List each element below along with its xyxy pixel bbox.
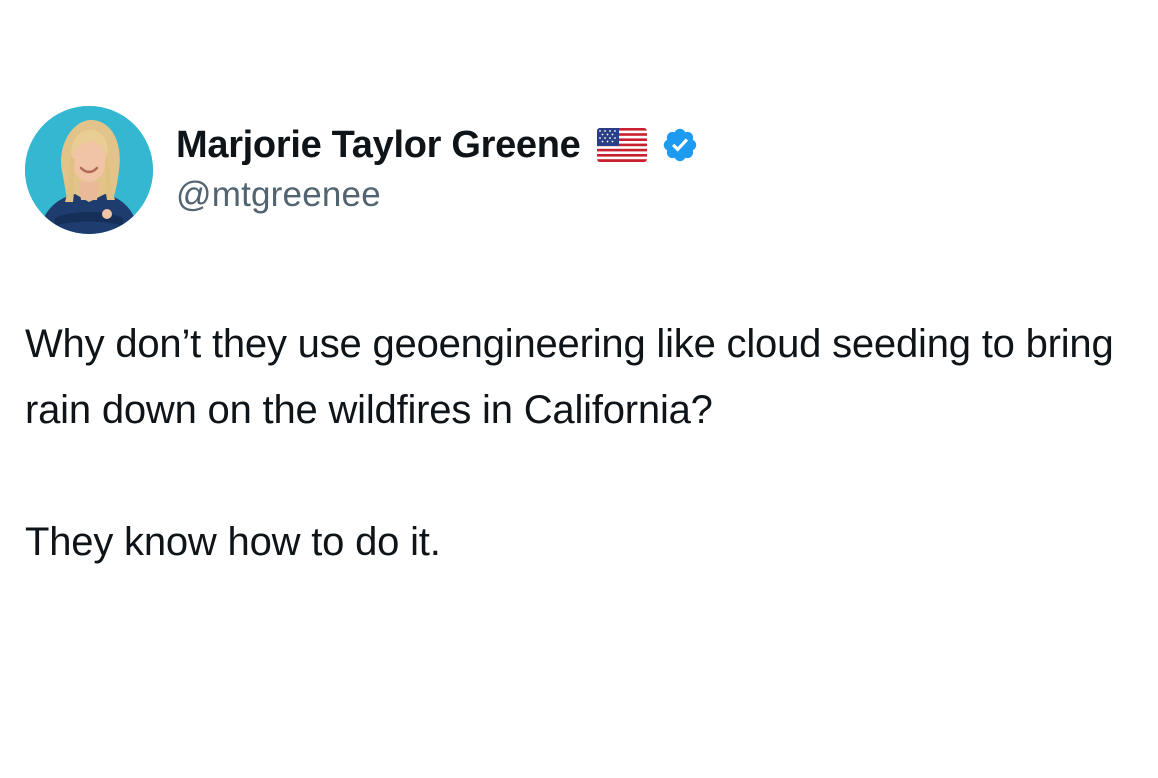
- tweet-paragraph: They know how to do it.: [25, 520, 441, 564]
- avatar[interactable]: [25, 106, 153, 234]
- us-flag-icon: [596, 128, 647, 162]
- display-name[interactable]: Marjorie Taylor Greene: [176, 124, 581, 167]
- name-row: Marjorie Taylor Greene: [176, 122, 699, 168]
- user-handle[interactable]: @mtgreenee: [176, 175, 699, 215]
- tweet-card: Marjorie Taylor Greene @mtgreenee Why do…: [0, 0, 1158, 778]
- tweet-paragraph: Why don’t they use geoengineering like c…: [25, 322, 1114, 432]
- avatar-photo: [25, 106, 153, 234]
- tweet-body: Why don’t they use geoengineering like c…: [25, 311, 1125, 575]
- verified-badge-icon: [663, 128, 696, 162]
- author-identity: Marjorie Taylor Greene @mtgreenee: [176, 122, 699, 215]
